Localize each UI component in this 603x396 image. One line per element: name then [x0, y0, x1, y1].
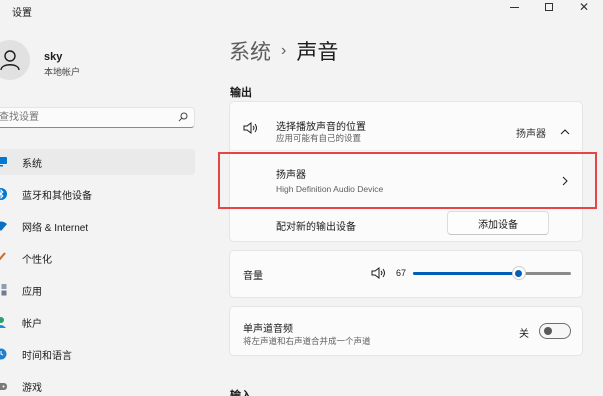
account-type: 本地帐户: [44, 67, 81, 77]
sidebar-item-bluetooth[interactable]: 蓝牙和其他设备: [0, 181, 195, 207]
search-icon[interactable]: [178, 111, 188, 125]
minimize-button[interactable]: [502, 0, 526, 15]
sidebar-item-label: 系统: [22, 158, 42, 170]
monitor-icon: [0, 155, 8, 169]
sidebar-item-time-language[interactable]: 时间和语言: [0, 341, 195, 367]
highlight-box: [218, 152, 597, 209]
sidebar-item-apps[interactable]: 应用: [0, 277, 195, 303]
breadcrumb: 系统 › 声音: [229, 36, 338, 66]
volume-slider-thumb[interactable]: [511, 266, 526, 280]
volume-value: 67: [396, 268, 407, 278]
output-section-title: 输出: [230, 87, 252, 99]
sidebar-item-gaming[interactable]: 游戏: [0, 373, 195, 396]
apps-icon: [0, 283, 8, 297]
user-name: sky: [44, 51, 63, 63]
brush-icon: [0, 251, 8, 265]
wifi-icon: [0, 219, 8, 233]
speaker-icon: [243, 122, 259, 137]
sidebar-item-accounts[interactable]: 帐户: [0, 309, 195, 335]
volume-slider[interactable]: [413, 266, 571, 280]
breadcrumb-parent[interactable]: 系统: [229, 36, 271, 66]
search-input[interactable]: [0, 110, 169, 125]
close-icon: ✕: [578, 0, 590, 14]
minimize-icon: [509, 6, 519, 8]
selected-output-value: 扬声器: [516, 129, 546, 140]
sidebar-item-label: 蓝牙和其他设备: [22, 190, 92, 202]
choose-output-title: 选择播放声音的位置: [276, 122, 366, 133]
person-icon: [0, 315, 8, 329]
window-title: 设置: [12, 8, 32, 19]
sidebar-item-label: 应用: [22, 286, 42, 298]
volume-slider-fill: [413, 272, 519, 275]
maximize-button[interactable]: [537, 0, 561, 15]
sidebar-item-label: 帐户: [22, 318, 42, 330]
sidebar-item-label: 个性化: [22, 254, 52, 266]
page-title: 声音: [296, 41, 339, 64]
input-section-title: 输入: [230, 390, 252, 396]
maximize-icon: [545, 3, 553, 11]
close-button[interactable]: ✕: [572, 0, 596, 15]
sidebar-item-system[interactable]: 系统: [0, 149, 195, 175]
person-icon: [0, 50, 20, 71]
divider: [229, 150, 583, 151]
mono-audio-toggle[interactable]: [539, 323, 571, 339]
settings-window: 设置 ✕ sky 本地帐户 系统 蓝牙和其他设备 网络 & Internet: [0, 0, 603, 396]
avatar[interactable]: [0, 40, 30, 80]
mono-audio-state: 关: [519, 329, 529, 340]
sidebar-item-network[interactable]: 网络 & Internet: [0, 213, 195, 239]
pair-new-device-label: 配对新的输出设备: [276, 222, 356, 233]
volume-label: 音量: [243, 271, 263, 282]
gamepad-icon: [0, 379, 8, 393]
mono-audio-title: 单声道音频: [243, 324, 293, 335]
add-device-button[interactable]: 添加设备: [447, 211, 549, 235]
mono-audio-subtitle: 将左声道和右声道合并成一个声道: [243, 336, 371, 346]
sidebar-item-label: 游戏: [22, 382, 42, 394]
chevron-up-icon[interactable]: [560, 125, 570, 139]
choose-output-subtitle: 应用可能有自己的设置: [276, 133, 362, 143]
sidebar-item-label: 时间和语言: [22, 350, 72, 362]
slider-thumb-dot: [515, 269, 523, 277]
bluetooth-icon: [0, 187, 8, 201]
search-box[interactable]: [0, 107, 195, 128]
toggle-knob: [544, 327, 552, 335]
globe-clock-icon: [0, 347, 8, 361]
sidebar-item-personalization[interactable]: 个性化: [0, 245, 195, 271]
sidebar-item-label: 网络 & Internet: [22, 222, 89, 234]
breadcrumb-separator: ›: [281, 42, 287, 59]
speaker-icon[interactable]: [371, 267, 387, 282]
